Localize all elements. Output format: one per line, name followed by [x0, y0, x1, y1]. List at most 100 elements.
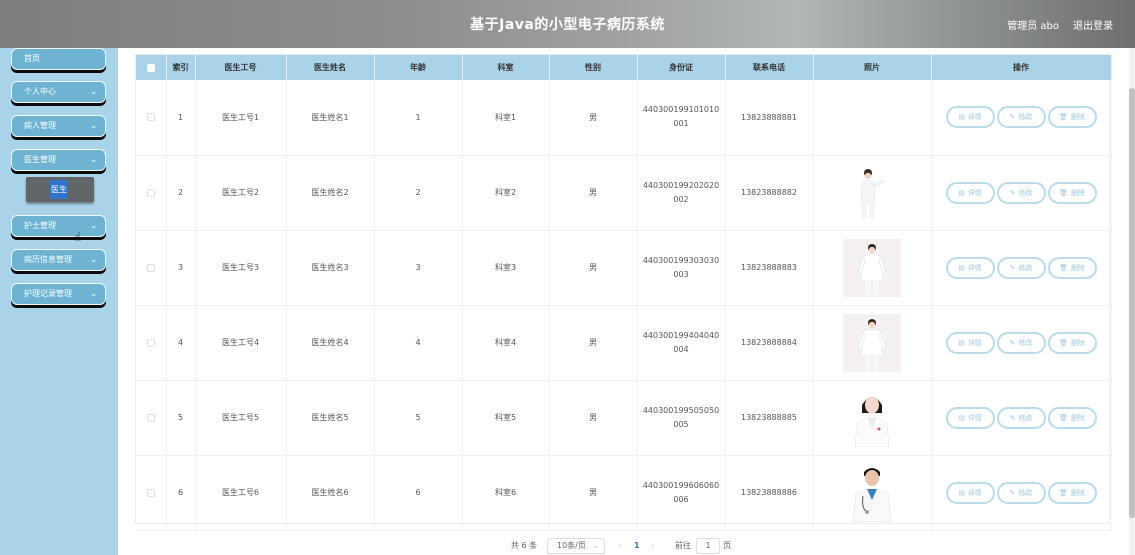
cell-gender: 男	[549, 230, 638, 306]
system-title: 基于Java的小型电子病历系统	[470, 17, 665, 33]
delete-button[interactable]: 🗑 删除	[1047, 406, 1097, 429]
select-all-header	[136, 55, 167, 80]
detail-button-label: 详情	[967, 338, 982, 347]
row-select-cell	[136, 80, 167, 156]
column-header-work-no: 医生工号	[195, 55, 287, 80]
delete-button-label: 删除	[1070, 188, 1085, 197]
doctor-photo	[843, 163, 901, 222]
detail-button[interactable]: ▤ 详情	[945, 256, 995, 279]
detail-button-label: 详情	[967, 113, 982, 122]
page-size-select[interactable]: 10条/页 ⌄	[547, 538, 605, 554]
doctor-photo	[843, 463, 901, 522]
sidebar-item-doctor-management[interactable]: 医生管理 ⌄	[11, 149, 106, 171]
delete-button[interactable]: 🗑 删除	[1047, 331, 1097, 354]
cell-work-no: 医生工号3	[195, 230, 287, 306]
table-row: 1 医生工号1 医生姓名1 1 科室1 男 440300199101010 001 138238…	[136, 80, 1112, 156]
detail-button-label: 详情	[967, 263, 982, 272]
pencil-icon: ✎	[1009, 488, 1016, 497]
delete-button-label: 删除	[1070, 338, 1085, 347]
row-checkbox[interactable]	[146, 188, 155, 197]
row-select-cell	[136, 380, 167, 456]
pencil-icon: ✎	[1009, 263, 1016, 272]
prev-page-button[interactable]: ‹	[618, 538, 621, 554]
logout-link[interactable]: 退出登录	[1073, 17, 1113, 32]
submenu-item-doctor[interactable]: 医生	[50, 180, 68, 199]
id-card-line-2: 005	[673, 419, 689, 429]
row-checkbox[interactable]	[146, 113, 155, 122]
detail-button[interactable]: ▤ 详情	[945, 106, 995, 129]
edit-button[interactable]: ✎ 修改	[996, 331, 1046, 354]
delete-button-label: 删除	[1070, 113, 1085, 122]
trash-icon: 🗑	[1059, 413, 1068, 422]
cell-dept: 科室5	[462, 380, 550, 456]
row-checkbox[interactable]	[146, 488, 155, 497]
cell-dept: 科室1	[462, 80, 550, 156]
page-number-current[interactable]: 1	[634, 538, 640, 554]
sidebar-item-nurse-management[interactable]: 护士管理 ⌄	[11, 215, 106, 237]
edit-button[interactable]: ✎ 修改	[996, 481, 1046, 504]
chevron-down-icon: ⌄	[90, 155, 97, 164]
cell-name: 医生姓名4	[286, 305, 375, 381]
pencil-icon: ✎	[1009, 188, 1016, 197]
chevron-down-icon: ⌄	[90, 289, 97, 298]
delete-button[interactable]: 🗑 删除	[1047, 481, 1097, 504]
cell-actions: ▤ 详情 ✎ 修改 🗑 删除	[931, 155, 1112, 231]
pagination-total: 共 6 条	[511, 541, 538, 550]
edit-button[interactable]: ✎ 修改	[996, 256, 1046, 279]
detail-button[interactable]: ▤ 详情	[945, 181, 995, 204]
sidebar-item-label: 医生管理	[24, 155, 56, 164]
cell-gender: 男	[549, 155, 638, 231]
cell-age: 2	[374, 155, 463, 231]
cell-index: 2	[166, 155, 196, 231]
scrollbar-thumb[interactable]	[1129, 88, 1135, 518]
select-all-checkbox[interactable]	[146, 63, 155, 72]
edit-button-label: 修改	[1018, 263, 1033, 272]
table-row: 2 医生工号2 医生姓名2 2 科室2 男 440300199202020 002 138238…	[136, 155, 1112, 231]
cell-photo	[813, 380, 932, 456]
cell-work-no: 医生工号1	[195, 80, 287, 156]
delete-button[interactable]: 🗑 删除	[1047, 181, 1097, 204]
goto-page-input[interactable]: 1	[696, 538, 720, 554]
cell-name: 医生姓名1	[286, 80, 375, 156]
cell-photo	[813, 80, 932, 156]
sidebar-item-medical-record-management[interactable]: 病历信息管理 ⌄	[11, 249, 106, 271]
delete-button[interactable]: 🗑 删除	[1047, 106, 1097, 129]
detail-button[interactable]: ▤ 详情	[945, 331, 995, 354]
delete-button[interactable]: 🗑 删除	[1047, 256, 1097, 279]
next-page-button[interactable]: ›	[651, 538, 654, 554]
id-card-line-2: 003	[673, 269, 689, 279]
sidebar-item-home[interactable]: 首页	[11, 48, 106, 70]
cell-actions: ▤ 详情 ✎ 修改 🗑 删除	[931, 380, 1112, 456]
detail-button-label: 详情	[967, 488, 982, 497]
sidebar-item-patient-management[interactable]: 病人管理 ⌄	[11, 115, 106, 137]
edit-button[interactable]: ✎ 修改	[996, 106, 1046, 129]
cell-phone: 13823888881	[725, 80, 814, 156]
edit-button[interactable]: ✎ 修改	[996, 406, 1046, 429]
edit-button[interactable]: ✎ 修改	[996, 181, 1046, 204]
cell-name: 医生姓名2	[286, 155, 375, 231]
cell-phone: 13823888883	[725, 230, 814, 306]
id-card-line-2: 004	[673, 344, 689, 354]
cell-phone: 13823888886	[725, 455, 814, 531]
table-header-row: 索引 医生工号 医生姓名 年龄 科室 性别 身份证 联系电话 照片 操作	[136, 55, 1112, 80]
sidebar-item-personal-center[interactable]: 个人中心 ⌄	[11, 81, 106, 103]
id-card-line-2: 002	[673, 194, 689, 204]
detail-button[interactable]: ▤ 详情	[945, 406, 995, 429]
doctor-submenu: 医生	[26, 177, 94, 202]
sidebar-item-nursing-record-management[interactable]: 护理记录管理 ⌄	[11, 283, 106, 305]
document-icon: ▤	[958, 113, 965, 122]
cell-index: 3	[166, 230, 196, 306]
detail-button[interactable]: ▤ 详情	[945, 481, 995, 504]
vertical-scrollbar[interactable]	[1129, 48, 1135, 555]
row-checkbox[interactable]	[146, 413, 155, 422]
sidebar-item-label: 护士管理	[24, 221, 56, 230]
cell-work-no: 医生工号6	[195, 455, 287, 531]
trash-icon: 🗑	[1059, 488, 1068, 497]
cell-actions: ▤ 详情 ✎ 修改 🗑 删除	[931, 305, 1112, 381]
cell-id-card: 440300199202020 002	[637, 155, 726, 231]
table-row: 4 医生工号4 医生姓名4 4 科室4 男 440300199404040 004 138238…	[136, 305, 1112, 381]
id-card-line-2: 001	[673, 119, 689, 129]
row-checkbox[interactable]	[146, 338, 155, 347]
row-checkbox[interactable]	[146, 263, 155, 272]
cell-phone: 13823888885	[725, 380, 814, 456]
